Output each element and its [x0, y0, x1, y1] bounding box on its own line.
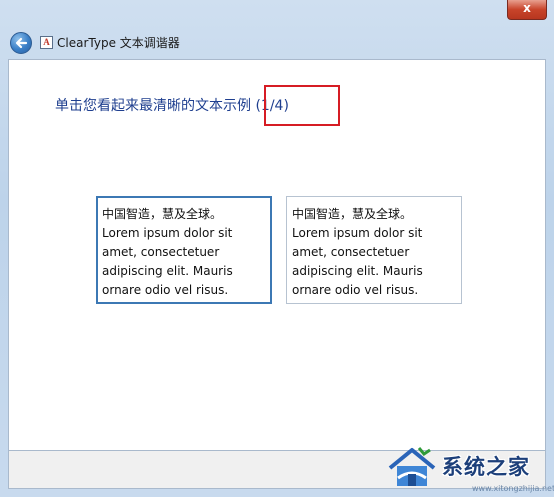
back-arrow-icon: [15, 37, 28, 49]
sample-line: ornare odio vel risus.: [292, 283, 419, 297]
text-sample-option-1[interactable]: 中国智造，慧及全球。 Lorem ipsum dolor sit amet, c…: [96, 196, 272, 304]
house-logo-icon: [388, 447, 436, 486]
text-sample-option-2[interactable]: 中国智造，慧及全球。 Lorem ipsum dolor sit amet, c…: [286, 196, 462, 304]
close-button[interactable]: x: [507, 0, 547, 20]
window-title: ClearType 文本调谐器: [57, 36, 180, 50]
site-watermark: 系统之家 www.xitongzhijia.net: [384, 440, 554, 494]
cleartype-window: x A ClearType 文本调谐器 单击您看起来最清晰的文本示例 (1/4)…: [0, 0, 554, 497]
sample-line: amet, consectetuer: [102, 245, 220, 259]
page-heading: 单击您看起来最清晰的文本示例 (1/4): [55, 98, 289, 114]
sample-line: Lorem ipsum dolor sit: [102, 226, 233, 240]
sample-line: adipiscing elit. Mauris: [102, 264, 233, 278]
sample-line: adipiscing elit. Mauris: [292, 264, 423, 278]
sample-line: 中国智造，慧及全球。: [292, 207, 413, 221]
watermark-text: 系统之家: [442, 455, 530, 479]
cleartype-app-icon: A: [40, 36, 53, 49]
sample-line: amet, consectetuer: [292, 245, 410, 259]
annotation-highlight-box: [264, 85, 340, 126]
back-button[interactable]: [10, 32, 32, 54]
watermark-url: www.xitongzhijia.net: [472, 484, 554, 493]
sample-line: Lorem ipsum dolor sit: [292, 226, 423, 240]
content-panel: 单击您看起来最清晰的文本示例 (1/4) 中国智造，慧及全球。 Lorem ip…: [8, 59, 546, 451]
sample-line: ornare odio vel risus.: [102, 283, 229, 297]
sample-line: 中国智造，慧及全球。: [102, 207, 223, 221]
